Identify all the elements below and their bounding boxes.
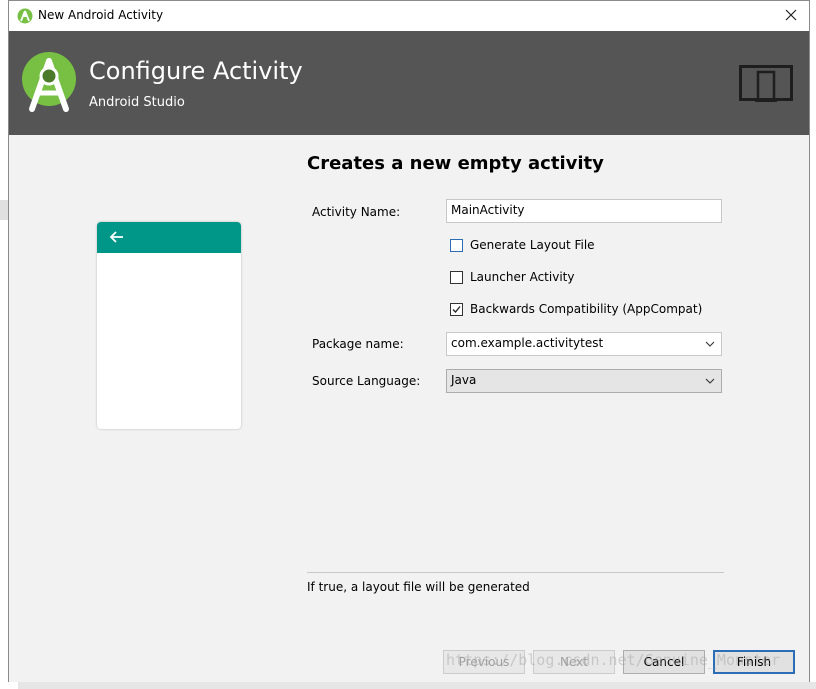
package-name-value: com.example.activitytest: [451, 336, 604, 350]
android-studio-icon: [17, 8, 33, 24]
taskbar-edge: [18, 682, 816, 689]
source-language-value: Java: [451, 373, 477, 387]
source-language-label: Source Language:: [312, 374, 421, 388]
header-title: Configure Activity: [89, 57, 303, 85]
checkmark-icon: [452, 306, 461, 313]
wizard-content: Creates a new empty activity Activity Na…: [9, 135, 809, 682]
previous-button[interactable]: Previous: [443, 650, 525, 674]
cancel-button[interactable]: Cancel: [623, 650, 705, 674]
finish-button[interactable]: Finish: [713, 650, 795, 674]
activity-name-label: Activity Name:: [312, 205, 401, 219]
divider: [307, 572, 724, 573]
back-arrow-icon: [109, 231, 123, 243]
window-title: New Android Activity: [38, 8, 164, 22]
package-name-label: Package name:: [312, 337, 404, 351]
backwards-compat-label: Backwards Compatibility (AppCompat): [470, 302, 703, 316]
page-heading: Creates a new empty activity: [307, 153, 604, 174]
dialog-window: New Android Activity Configure Activity …: [8, 0, 810, 682]
help-text: If true, a layout file will be generated: [307, 580, 530, 594]
wizard-header: Configure Activity Android Studio: [9, 31, 809, 135]
launcher-activity-label: Launcher Activity: [470, 270, 575, 284]
chevron-down-icon: [705, 341, 715, 347]
generate-layout-checkbox[interactable]: [450, 239, 463, 252]
chevron-down-icon: [705, 378, 715, 384]
next-button[interactable]: Next: [533, 650, 615, 674]
device-icon: [739, 65, 793, 102]
android-studio-logo-icon: [22, 52, 76, 112]
header-subtitle: Android Studio: [89, 95, 185, 110]
launcher-activity-checkbox[interactable]: [450, 271, 463, 284]
backwards-compat-checkbox[interactable]: [450, 303, 463, 316]
title-bar: New Android Activity: [9, 1, 809, 31]
activity-preview: [97, 222, 241, 429]
close-button[interactable]: [781, 5, 801, 25]
preview-toolbar: [97, 222, 241, 253]
background-window-edge: [0, 200, 8, 220]
close-icon: [785, 9, 797, 21]
source-language-select[interactable]: Java: [446, 369, 722, 393]
generate-layout-label: Generate Layout File: [470, 238, 595, 252]
package-name-combo[interactable]: com.example.activitytest: [446, 332, 722, 356]
activity-name-input[interactable]: MainActivity: [446, 199, 722, 223]
